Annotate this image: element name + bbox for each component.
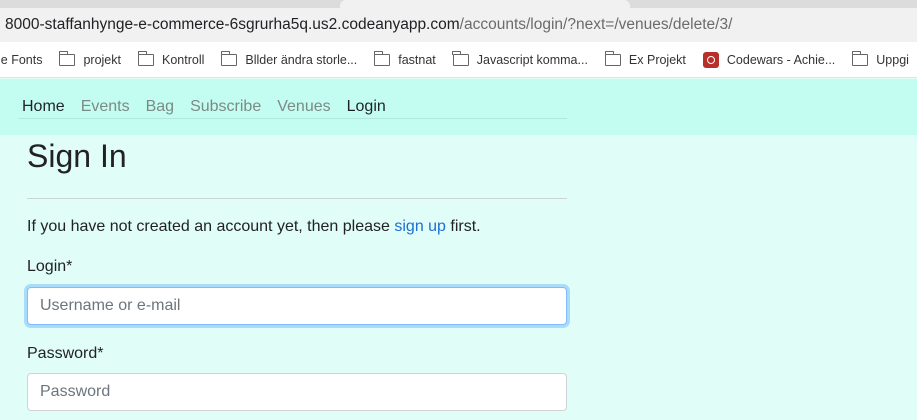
login-input[interactable] [27, 287, 567, 325]
folder-icon [851, 50, 869, 66]
codewars-icon [702, 51, 719, 68]
nav-venues[interactable]: Venues [277, 98, 330, 116]
bookmark-label: projekt [83, 52, 121, 67]
url-path: /accounts/login/?next=/venues/delete/3/ [459, 16, 733, 33]
folder-icon [604, 50, 621, 66]
bookmark-label: Kontroll [162, 52, 205, 67]
bookmark-ex-projekt[interactable]: Ex Projekt [604, 50, 686, 67]
bookmark-uppgi[interactable]: Uppgi [851, 50, 909, 67]
address-bar[interactable]: 8000-staffanhynge-e-commerce-6sgrurha5q.… [0, 8, 917, 42]
bookmark-label: fastnat [398, 52, 436, 67]
bookmark-label: le Fonts [0, 52, 43, 67]
bookmark-label: Ex Projekt [628, 52, 686, 67]
page-title: Sign In [27, 138, 127, 174]
bookmark-label: Codewars - Achie... [726, 52, 836, 67]
login-label: Login* [27, 258, 73, 275]
navbar-divider [18, 118, 567, 119]
signup-prompt: If you have not created an account yet, … [27, 218, 481, 236]
password-label: Password* [27, 345, 104, 362]
folder-icon [221, 50, 238, 66]
intro-prefix: If you have not created an account yet, … [27, 218, 395, 235]
nav-bag[interactable]: Bag [146, 98, 174, 116]
browser-active-tab[interactable] [340, 0, 630, 8]
url-host: 8000-staffanhynge-e-commerce-6sgrurha5q.… [5, 16, 460, 33]
bookmark-fastnat[interactable]: fastnat [373, 50, 436, 67]
bookmark-javascript[interactable]: Javascript komma... [452, 50, 588, 67]
folder-icon [137, 50, 154, 66]
bookmark-codewars[interactable]: Codewars - Achie... [702, 51, 836, 68]
bookmark-label: Uppgi [876, 52, 909, 67]
site-navbar: Home Events Bag Subscribe Venues Login [0, 79, 917, 135]
bookmark-kontroll[interactable]: Kontroll [137, 50, 205, 67]
password-input[interactable] [27, 373, 567, 411]
bookmark-label: Javascript komma... [476, 52, 588, 67]
folder-icon [59, 50, 76, 66]
title-divider [27, 198, 567, 199]
signup-link[interactable]: sign up [394, 218, 446, 235]
bookmark-bilder[interactable]: Bllder ändra storle... [221, 50, 358, 67]
bookmark-projekt[interactable]: projekt [59, 50, 121, 67]
bookmark-fonts[interactable]: le Fonts [0, 53, 42, 67]
folder-icon [452, 50, 469, 66]
nav-links: Home Events Bag Subscribe Venues Login [22, 79, 402, 135]
bookmark-label: Bllder ändra storle... [245, 52, 358, 67]
nav-home[interactable]: Home [22, 98, 65, 116]
nav-login[interactable]: Login [347, 98, 386, 116]
intro-suffix: first. [445, 218, 481, 235]
nav-subscribe[interactable]: Subscribe [190, 98, 261, 116]
folder-icon [373, 50, 391, 66]
nav-events[interactable]: Events [81, 98, 130, 116]
bookmarks-bar: le Fonts projekt Kontroll Bllder ändra s… [0, 42, 917, 78]
